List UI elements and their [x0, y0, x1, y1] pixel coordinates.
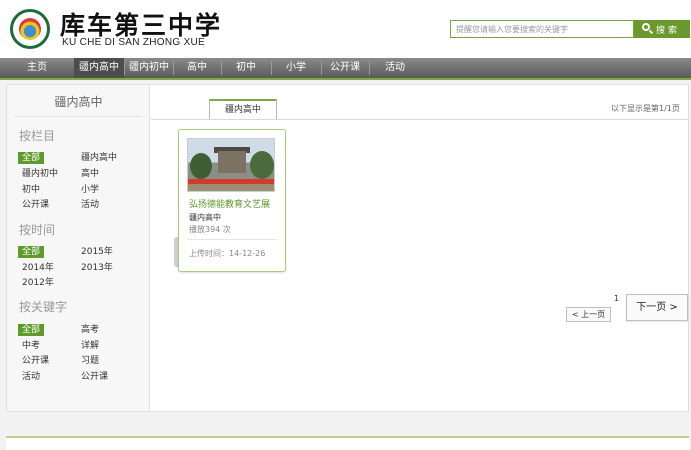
nav-item-xj-high[interactable]: 疆内高中 [74, 58, 124, 78]
filter-keyword-open-class-2[interactable]: 公开课 [81, 371, 108, 383]
filter-column-xj-high[interactable]: 疆内高中 [81, 152, 117, 164]
filter-time-2012[interactable]: 2012年 [22, 277, 54, 289]
filter-keyword-explain[interactable]: 详解 [81, 340, 99, 352]
filter-column-high[interactable]: 高中 [81, 168, 99, 180]
search-button-label: 搜索 [656, 26, 681, 36]
filter-time-2014[interactable]: 2014年 [22, 262, 54, 274]
filter-column-activities[interactable]: 活动 [81, 199, 99, 211]
sidebar-title: 疆内高中 [54, 95, 103, 109]
school-logo[interactable] [10, 9, 50, 49]
footer-strip [6, 436, 689, 450]
content-panel: 疆内高中 按栏目 全部 疆内高中 疆内初中 高中 初中 小学 公开课 活动 按时… [6, 84, 689, 412]
filter-sidebar: 疆内高中 按栏目 全部 疆内高中 疆内初中 高中 初中 小学 公开课 活动 按时… [7, 85, 150, 411]
nav-item-xj-junior[interactable]: 疆内初中 [125, 58, 173, 78]
site-header: 库车第三中学 KU CHE DI SAN ZHONG XUE 提醒您请输入您要搜… [0, 0, 691, 58]
video-play-count: 播放394 次 [189, 225, 231, 234]
filter-heading-time: 按时间 [19, 223, 56, 237]
video-title[interactable]: 弘扬德能教育文艺展 [189, 197, 270, 210]
filter-keyword-all[interactable]: 全部 [18, 324, 45, 336]
nav-item-home[interactable]: 主页 [0, 58, 74, 78]
filter-keyword-gaokao[interactable]: 高考 [81, 324, 99, 336]
nav-item-junior[interactable]: 初中 [221, 58, 271, 78]
next-page-button[interactable]: 下一页 > [626, 294, 688, 321]
filter-column-open-class[interactable]: 公开课 [22, 199, 49, 211]
filter-keyword-zhongkao[interactable]: 中考 [22, 340, 40, 352]
nav-item-primary[interactable]: 小学 [271, 58, 321, 78]
prev-page-button[interactable]: < 上一页 [566, 307, 611, 322]
filter-column-junior[interactable]: 初中 [22, 184, 40, 196]
filter-heading-keyword: 按关键字 [19, 300, 68, 314]
filter-keyword-activities[interactable]: 活动 [22, 371, 40, 383]
video-category: 疆内高中 [189, 213, 221, 222]
main-nav: 主页 疆内高中 疆内初中 高中 初中 小学 公开课 活动 [0, 58, 691, 80]
tab-xj-high[interactable]: 疆内高中 [209, 99, 277, 119]
filter-time-2015[interactable]: 2015年 [81, 246, 113, 258]
filter-keyword-exercises[interactable]: 习题 [81, 355, 99, 367]
filter-column-all[interactable]: 全部 [18, 152, 45, 164]
search-button[interactable]: 搜索 [634, 20, 690, 38]
filter-keyword-open-class[interactable]: 公开课 [22, 355, 49, 367]
filter-column-primary[interactable]: 小学 [81, 184, 99, 196]
video-card[interactable]: 弘扬德能教育文艺展 疆内高中 播放394 次 上传时间：14-12-26 [178, 129, 286, 272]
filter-time-2013[interactable]: 2013年 [81, 262, 113, 274]
filter-heading-column: 按栏目 [19, 129, 56, 143]
nav-item-open-class[interactable]: 公开课 [321, 58, 369, 78]
filter-column-xj-junior[interactable]: 疆内初中 [22, 168, 58, 180]
page-number[interactable]: 1 [614, 294, 619, 303]
nav-item-high[interactable]: 高中 [173, 58, 221, 78]
school-name-en: KU CHE DI SAN ZHONG XUE [62, 37, 206, 48]
filter-time-all[interactable]: 全部 [18, 246, 45, 258]
video-thumbnail[interactable] [187, 138, 275, 192]
search-input[interactable]: 提醒您请输入您要搜索的关键字 [450, 20, 634, 38]
page-info: 以下显示是第1/1页 [611, 104, 680, 113]
video-upload-date: 上传时间：14-12-26 [189, 249, 266, 258]
nav-item-activities[interactable]: 活动 [369, 58, 421, 78]
